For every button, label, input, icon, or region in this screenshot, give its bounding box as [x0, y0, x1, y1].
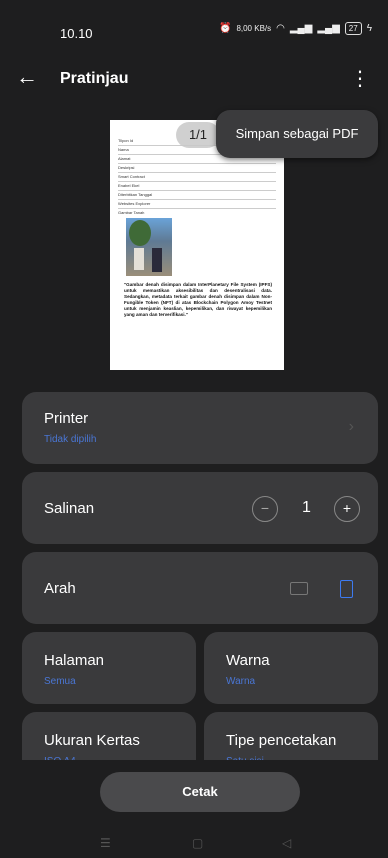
alarm-icon: ⏰	[218, 23, 232, 34]
pages-value: Semua	[44, 676, 76, 687]
back-nav-icon[interactable]: ◁	[282, 836, 291, 850]
color-selector[interactable]: Warna Warna	[204, 632, 378, 704]
home-nav-icon[interactable]: ▢	[192, 836, 203, 850]
save-as-pdf-menu-item[interactable]: Simpan sebagai PDF	[216, 110, 378, 158]
network-speed: 8,00 KB/s	[236, 23, 272, 33]
chevron-right-icon: ›	[348, 418, 354, 435]
paper-size-label: Ukuran Kertas	[44, 732, 140, 749]
copies-label: Salinan	[44, 500, 95, 517]
color-value: Warna	[226, 676, 256, 687]
more-options-icon[interactable]: ⋮	[350, 66, 370, 91]
navigation-bar: ☰ ▢ ◁	[0, 828, 388, 858]
pages-selector[interactable]: Halaman Semua	[22, 632, 196, 704]
orientation-label: Arah	[44, 580, 76, 597]
preview-caption: "Gambar denah disimpan dalam InterPlanet…	[124, 282, 272, 317]
pages-label: Halaman	[44, 652, 105, 669]
portrait-icon[interactable]	[340, 580, 353, 598]
status-bar: 10.10 ⏰ 8,00 KB/s ◠ ▂▄▆ ▂▄▆ 27 ϟ	[0, 0, 388, 56]
orientation-row: Arah	[22, 552, 378, 624]
charging-icon: ϟ	[366, 23, 372, 34]
landscape-icon[interactable]	[290, 582, 308, 595]
copies-value: 1	[302, 499, 311, 516]
printer-selector[interactable]: Printer Tidak dipilih ›	[22, 392, 378, 464]
battery-indicator: 27	[344, 22, 362, 35]
app-bar: ← Pratinjau ⋮	[0, 60, 388, 100]
preview-row: Gambar Tanah	[118, 210, 145, 215]
wifi-icon: ◠	[276, 23, 285, 34]
printer-label: Printer	[44, 410, 89, 427]
menu-nav-icon[interactable]: ☰	[100, 836, 111, 850]
page-indicator: 1/1	[176, 122, 220, 148]
status-icons: ⏰ 8,00 KB/s ◠ ▂▄▆ ▂▄▆ 27 ϟ	[219, 22, 372, 35]
back-arrow-icon[interactable]: ←	[16, 64, 38, 90]
printer-value: Tidak dipilih	[44, 434, 97, 445]
signal-icon: ▂▄▆	[289, 23, 313, 34]
status-time: 10.10	[60, 26, 93, 41]
color-label: Warna	[226, 652, 270, 669]
land-photo	[126, 218, 172, 276]
print-type-label: Tipe pencetakan	[226, 732, 337, 749]
decrease-copies-button[interactable]: −	[252, 496, 278, 522]
print-button[interactable]: Cetak	[100, 772, 300, 812]
page-title: Pratinjau	[60, 70, 129, 87]
copies-row: Salinan − 1 +	[22, 472, 378, 544]
increase-copies-button[interactable]: +	[334, 496, 360, 522]
signal-icon-2: ▂▄▆	[317, 23, 340, 34]
